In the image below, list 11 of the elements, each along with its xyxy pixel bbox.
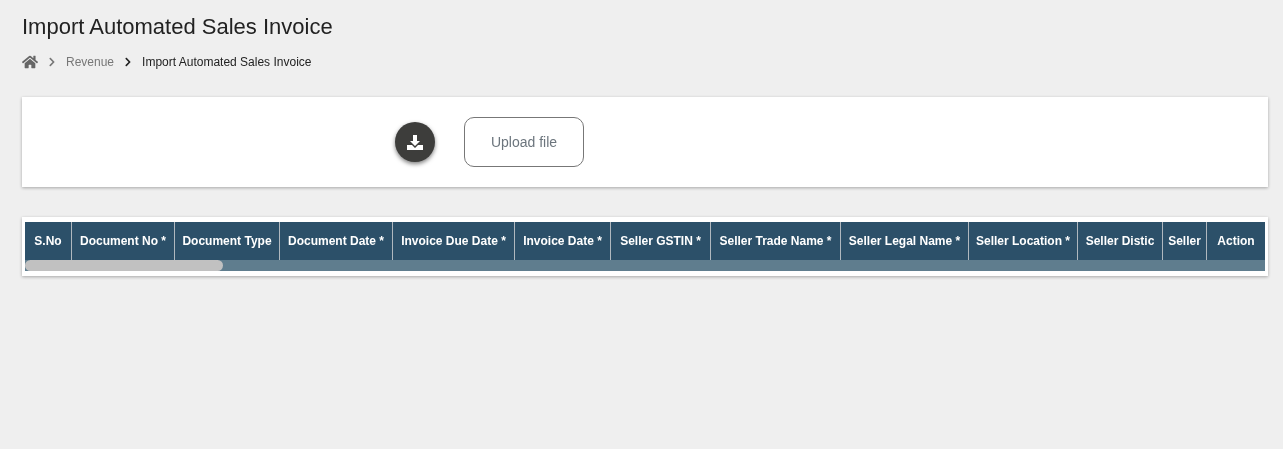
- scrollbar-track[interactable]: [25, 260, 1265, 271]
- breadcrumb-current: Import Automated Sales Invoice: [142, 55, 312, 69]
- download-button[interactable]: [395, 122, 435, 162]
- download-icon: [407, 134, 423, 150]
- home-icon[interactable]: [22, 54, 38, 70]
- page-title: Import Automated Sales Invoice: [22, 14, 334, 40]
- column-header[interactable]: Action: [1207, 222, 1265, 260]
- upload-button[interactable]: Upload file: [464, 117, 584, 167]
- breadcrumb-link[interactable]: Revenue: [66, 55, 115, 69]
- chevron-icon: [47, 57, 57, 67]
- scrollbar-thumb[interactable]: [25, 260, 223, 271]
